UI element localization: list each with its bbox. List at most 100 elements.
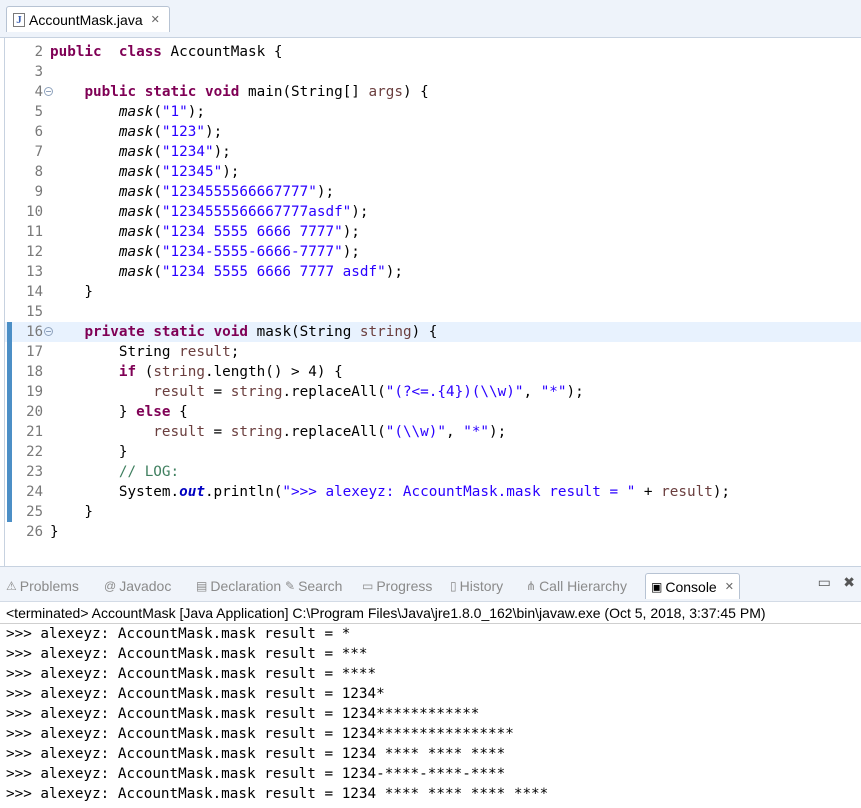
- console-line: >>> alexeyz: AccountMask.mask result = 1…: [6, 686, 385, 702]
- code-line[interactable]: 19 result = string.replaceAll("(?<=.{4})…: [5, 382, 861, 402]
- code-text: mask("1234 5555 6666 7777 asdf");: [118, 264, 403, 280]
- close-view-icon[interactable]: ✖: [843, 575, 855, 591]
- code-line[interactable]: 23 // LOG:: [5, 462, 861, 482]
- console-line: >>> alexeyz: AccountMask.mask result = 1…: [6, 786, 549, 802]
- minimize-icon[interactable]: ▭: [818, 575, 831, 591]
- tab-search[interactable]: ✎ Search: [285, 573, 342, 599]
- line-number: 8: [34, 164, 43, 180]
- console-output[interactable]: >>> alexeyz: AccountMask.mask result = *…: [0, 624, 861, 808]
- tab-label: Call Hierarchy: [539, 578, 627, 594]
- code-line[interactable]: 18 if (string.length() > 4) {: [5, 362, 861, 382]
- code-line[interactable]: 21 result = string.replaceAll("(\\w)", "…: [5, 422, 861, 442]
- tab-label: Console: [665, 578, 717, 595]
- code-line[interactable]: 24 System.out.println(">>> alexeyz: Acco…: [5, 482, 861, 502]
- view-controls: ▭ ✖: [810, 575, 855, 591]
- line-number: 14: [26, 284, 43, 300]
- occurrence-marker: [7, 342, 12, 362]
- console-line: >>> alexeyz: AccountMask.mask result = 1…: [6, 726, 514, 742]
- tab-problems[interactable]: ⚠ Problems: [6, 573, 79, 599]
- declaration-icon: ▤: [196, 579, 208, 593]
- code-line[interactable]: 13 mask("1234 5555 6666 7777 asdf");: [5, 262, 861, 282]
- code-line[interactable]: 5 mask("1");: [5, 102, 861, 122]
- javadoc-icon: @: [104, 579, 117, 593]
- line-number: 25: [26, 504, 43, 520]
- tab-label: Problems: [19, 578, 79, 594]
- search-icon: ✎: [285, 579, 296, 593]
- code-text: public static void main(String[] args) {: [84, 84, 429, 100]
- code-line[interactable]: 16− private static void mask(String stri…: [5, 322, 861, 342]
- view-tab-bar: ▭ ✖ ⚠ Problems @ Javadoc ▤ Declaration ✎ Search…: [0, 566, 861, 602]
- console-line: >>> alexeyz: AccountMask.mask result = 1…: [6, 766, 506, 782]
- code-text: String result;: [50, 344, 240, 360]
- code-line[interactable]: 4− public static void main(String[] args…: [5, 82, 861, 102]
- code-line[interactable]: 2 public class AccountMask {: [5, 42, 861, 62]
- tab-label: History: [459, 578, 504, 594]
- code-line[interactable]: 26}: [5, 522, 861, 542]
- line-number: 7: [34, 144, 43, 160]
- code-text: mask("12345");: [118, 164, 240, 180]
- code-line[interactable]: 3: [5, 62, 861, 82]
- occurrence-marker: [7, 442, 12, 462]
- code-line[interactable]: 11 mask("1234 5555 6666 7777");: [5, 222, 861, 242]
- code-editor[interactable]: < 2public class AccountMask {34− public …: [4, 38, 861, 600]
- tab-console[interactable]: ▣ Console ✕: [645, 573, 740, 599]
- line-number: 10: [26, 204, 43, 220]
- console-line: >>> alexeyz: AccountMask.mask result = *…: [6, 646, 368, 662]
- code-text: // LOG:: [118, 464, 180, 480]
- code-line[interactable]: 17 String result;: [5, 342, 861, 362]
- tab-declaration[interactable]: ▤ Declaration: [196, 573, 281, 599]
- line-number: 11: [26, 224, 43, 240]
- code-line[interactable]: 10 mask("1234555566667777asdf");: [5, 202, 861, 222]
- problems-icon: ⚠: [6, 579, 17, 593]
- code-line[interactable]: 20 } else {: [5, 402, 861, 422]
- code-text: System.out.println(">>> alexeyz: Account…: [50, 484, 731, 500]
- code-line[interactable]: 6 mask("123");: [5, 122, 861, 142]
- line-number: 6: [34, 124, 43, 140]
- code-text: }: [50, 504, 94, 520]
- occurrence-marker: [7, 382, 12, 402]
- code-text: result = string.replaceAll("(?<=.{4})(\\…: [153, 384, 584, 400]
- console-icon: ▣: [651, 579, 663, 594]
- tab-label: Progress: [376, 578, 433, 594]
- code-text: public class AccountMask {: [50, 44, 283, 60]
- line-number: 2: [34, 44, 43, 60]
- code-line[interactable]: 15: [5, 302, 861, 322]
- console-line: >>> alexeyz: AccountMask.mask result = 1…: [6, 706, 480, 722]
- occurrence-marker: [7, 462, 12, 482]
- close-icon[interactable]: ✕: [725, 580, 734, 593]
- editor-tab-bar: J AccountMask.java ✕: [0, 0, 861, 38]
- tab-label: Javadoc: [119, 578, 172, 594]
- code-line[interactable]: 22 }: [5, 442, 861, 462]
- code-text: }: [50, 524, 59, 540]
- code-line[interactable]: 8 mask("12345");: [5, 162, 861, 182]
- console-line: >>> alexeyz: AccountMask.mask result = *: [6, 626, 351, 642]
- code-line[interactable]: 7 mask("1234");: [5, 142, 861, 162]
- code-text: }: [50, 284, 94, 300]
- occurrence-marker: [7, 402, 12, 422]
- close-icon[interactable]: ✕: [151, 13, 160, 26]
- editor-tab-label: AccountMask.java: [29, 11, 143, 28]
- code-text: mask("1");: [118, 104, 205, 120]
- code-text: mask("1234");: [118, 144, 231, 160]
- history-icon: ▯: [450, 579, 457, 593]
- tab-javadoc[interactable]: @ Javadoc: [104, 573, 171, 599]
- line-number: 12: [26, 244, 43, 260]
- code-line[interactable]: 14 }: [5, 282, 861, 302]
- code-text: }: [50, 444, 128, 460]
- tab-label: Declaration: [210, 578, 282, 594]
- occurrence-marker: [7, 362, 12, 382]
- line-number: 23: [26, 464, 43, 480]
- code-text: if (string.length() > 4) {: [118, 364, 343, 380]
- tab-call-hierarchy[interactable]: ⋔ Call Hierarchy: [526, 573, 627, 599]
- line-number: 20: [26, 404, 43, 420]
- code-text: private static void mask(String string) …: [84, 324, 438, 340]
- tab-progress[interactable]: ▭ Progress: [362, 573, 432, 599]
- code-line[interactable]: 12 mask("1234-5555-6666-7777");: [5, 242, 861, 262]
- code-line[interactable]: 25 }: [5, 502, 861, 522]
- line-number: 3: [34, 64, 43, 80]
- line-number: 19: [26, 384, 43, 400]
- progress-icon: ▭: [362, 579, 374, 593]
- code-line[interactable]: 9 mask("1234555566667777");: [5, 182, 861, 202]
- editor-tab-accountmask[interactable]: J AccountMask.java ✕: [6, 6, 170, 32]
- tab-history[interactable]: ▯ History: [450, 573, 503, 599]
